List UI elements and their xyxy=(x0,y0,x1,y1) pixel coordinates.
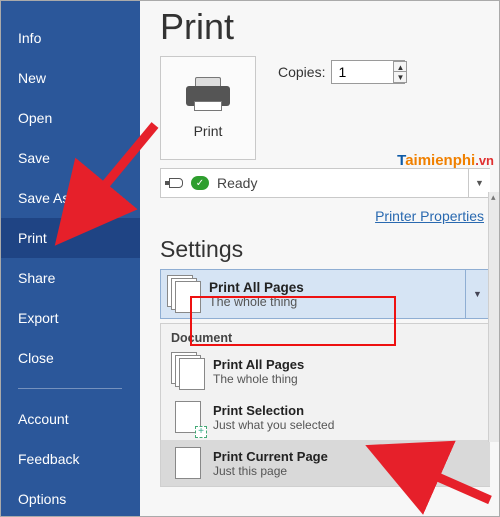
print-button-label: Print xyxy=(194,123,223,139)
sidebar-item-label: Close xyxy=(18,350,54,366)
sidebar-separator xyxy=(18,388,122,389)
sidebar-item-save[interactable]: Save xyxy=(0,138,140,178)
option-title: Print Current Page xyxy=(213,449,328,464)
sidebar-item-label: Open xyxy=(18,110,52,126)
sidebar-item-close[interactable]: Close xyxy=(0,338,140,378)
option-print-current-page[interactable]: Print Current Page Just this page xyxy=(161,440,490,486)
option-print-selection[interactable]: + Print Selection Just what you selected xyxy=(161,394,490,440)
checkmark-icon: ✓ xyxy=(191,176,209,190)
print-what-combo[interactable]: Print All Pages The whole thing ▼ xyxy=(160,269,490,319)
sidebar-item-open[interactable]: Open xyxy=(0,98,140,138)
printer-properties-link[interactable]: Printer Properties xyxy=(375,208,484,224)
sidebar-item-print[interactable]: Print xyxy=(0,218,140,258)
sidebar-item-info[interactable]: Info xyxy=(0,18,140,58)
sidebar-item-new[interactable]: New xyxy=(0,58,140,98)
print-button[interactable]: Print xyxy=(160,56,256,160)
plug-icon xyxy=(169,178,183,188)
printer-selector[interactable]: ✓ Ready ▼ xyxy=(160,168,490,198)
sidebar-item-export[interactable]: Export xyxy=(0,298,140,338)
backstage-sidebar: Info New Open Save Save As Print Share E… xyxy=(0,0,140,517)
sidebar-item-label: Info xyxy=(18,30,41,46)
combo-subtitle: The whole thing xyxy=(209,295,304,309)
combo-title: Print All Pages xyxy=(209,280,304,295)
copies-spinner: ▲ ▼ xyxy=(393,61,407,83)
sidebar-item-label: Share xyxy=(18,270,55,286)
sidebar-item-options[interactable]: Options xyxy=(0,479,140,517)
page-single-icon xyxy=(171,444,205,482)
sidebar-item-label: Account xyxy=(18,411,69,427)
print-what-dropdown: Document Print All Pages The whole thing… xyxy=(160,323,490,487)
copies-label: Copies: xyxy=(278,64,325,80)
copies-spin-up[interactable]: ▲ xyxy=(393,61,407,72)
printer-properties-row: Printer Properties xyxy=(160,208,484,226)
sidebar-item-label: Save As xyxy=(18,190,69,206)
print-top-row: Print Copies: ▲ ▼ xyxy=(160,56,490,160)
sidebar-item-label: Save xyxy=(18,150,50,166)
vertical-scrollbar[interactable] xyxy=(488,192,500,442)
option-title: Print Selection xyxy=(213,403,334,418)
sidebar-item-label: Options xyxy=(18,491,66,507)
printer-status-text: Ready xyxy=(217,175,257,191)
sidebar-item-label: Print xyxy=(18,230,47,246)
option-print-all-pages[interactable]: Print All Pages The whole thing xyxy=(161,348,490,394)
option-title: Print All Pages xyxy=(213,357,304,372)
sidebar-item-share[interactable]: Share xyxy=(0,258,140,298)
sidebar-item-label: New xyxy=(18,70,46,86)
option-subtitle: Just this page xyxy=(213,464,328,478)
option-subtitle: The whole thing xyxy=(213,372,304,386)
chevron-down-icon[interactable]: ▼ xyxy=(465,270,489,318)
option-subtitle: Just what you selected xyxy=(213,418,334,432)
combo-text: Print All Pages The whole thing xyxy=(209,280,304,309)
page-selection-icon: + xyxy=(171,398,205,436)
copies-spin-down[interactable]: ▼ xyxy=(393,72,407,83)
copies-field: Copies: ▲ ▼ xyxy=(278,60,407,84)
sidebar-item-label: Feedback xyxy=(18,451,79,467)
print-panel: Print Print Copies: ▲ ▼ ✓ Ready ▼ xyxy=(140,0,500,517)
settings-heading: Settings xyxy=(160,236,490,263)
chevron-down-icon[interactable]: ▼ xyxy=(468,169,490,197)
pages-icon xyxy=(171,352,205,390)
printer-icon xyxy=(186,77,230,113)
dropdown-group-label: Document xyxy=(161,328,490,348)
sidebar-item-feedback[interactable]: Feedback xyxy=(0,439,140,479)
backstage-print-view: Info New Open Save Save As Print Share E… xyxy=(0,0,500,517)
watermark-logo: Taimienphi.vn xyxy=(397,152,494,169)
sidebar-item-label: Export xyxy=(18,310,58,326)
sidebar-item-account[interactable]: Account xyxy=(0,399,140,439)
sidebar-item-save-as[interactable]: Save As xyxy=(0,178,140,218)
pages-icon xyxy=(167,275,201,313)
page-title: Print xyxy=(160,6,490,48)
